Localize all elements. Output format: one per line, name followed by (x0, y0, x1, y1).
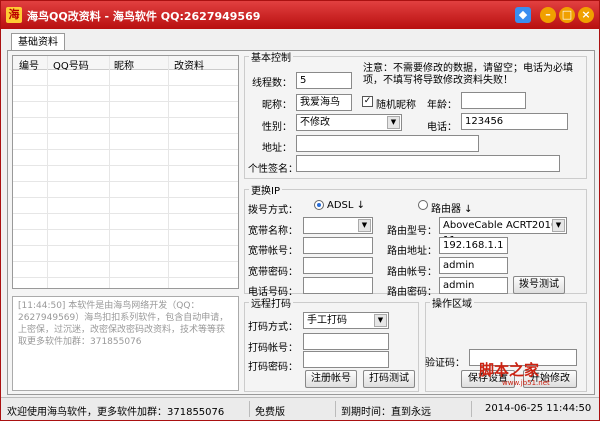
status-expire: 到期时间：直到永远 (341, 407, 431, 418)
change-ip-legend: 更换IP (251, 186, 280, 197)
watermark: 脚本之家 (479, 361, 540, 379)
address-input[interactable] (296, 135, 479, 152)
router-model-select[interactable]: AboveCable ACRT2010-11 ▼ (439, 217, 567, 246)
grid-divider (168, 56, 169, 288)
signature-label: 个性签名： (248, 164, 298, 175)
skin-icon[interactable]: ◆ (515, 7, 531, 23)
dial-mode-label: 拨号方式： (248, 205, 298, 216)
random-nick-checkbox[interactable]: ✓ (362, 96, 373, 107)
router-account-label: 路由帐号： (387, 267, 437, 278)
grid-divider (47, 56, 48, 288)
account-grid[interactable]: 编号 QQ号码 昵称 改资料 (12, 55, 239, 289)
broadband-account-input[interactable] (303, 237, 373, 254)
nick-label: 昵称： (262, 100, 292, 111)
broadband-name-select[interactable]: ▼ (303, 217, 373, 234)
status-datetime: 2014-06-25 11:44:50 (485, 403, 592, 414)
random-nick-label: 随机昵称 (376, 100, 416, 111)
gender-label: 性别： (262, 122, 292, 133)
captcha-mode-label: 打码方式： (248, 322, 298, 333)
chevron-down-icon[interactable]: ▼ (358, 219, 371, 232)
router-radio[interactable] (418, 200, 428, 210)
app-logo-icon: 海 (6, 7, 22, 23)
captcha-account-label: 打码帐号： (248, 343, 298, 354)
router-address-label: 路由地址： (387, 246, 437, 257)
phone-number-input[interactable] (303, 277, 373, 294)
notice-text: 注意：不需要修改的数据，请留空；电话为必填项，不填写将导致修改资料失败！ (363, 63, 573, 86)
router-radio-label[interactable]: 路由器 ↓ (431, 200, 473, 215)
captcha-password-label: 打码密码： (248, 362, 298, 373)
operation-legend: 操作区域 (432, 299, 472, 310)
captcha-mode-value: 手工打码 (307, 315, 347, 326)
threads-input[interactable]: 5 (296, 72, 352, 89)
captcha-legend: 远程打码 (251, 299, 291, 310)
nick-input[interactable]: 我爱海鸟 (296, 94, 352, 111)
gender-select-value: 不修改 (300, 117, 330, 128)
router-model-label: 路由型号： (387, 226, 437, 237)
router-account-input[interactable]: admin (439, 257, 508, 274)
captcha-password-input[interactable] (303, 351, 389, 368)
status-bar: 欢迎使用海鸟软件，更多软件加群：371855076 免费版 到期时间：直到永远 … (1, 397, 599, 420)
broadband-password-input[interactable] (303, 257, 373, 274)
captcha-account-input[interactable] (303, 333, 389, 350)
router-password-input[interactable]: admin (439, 277, 508, 294)
broadband-account-label: 宽带帐号： (248, 246, 298, 257)
status-divider (471, 401, 472, 417)
signature-input[interactable] (296, 155, 560, 172)
watermark-url: www.jb51.net (502, 379, 550, 387)
chevron-down-icon[interactable]: ▼ (374, 314, 387, 327)
title-bar[interactable]: 海 海鸟QQ改资料 - 海鸟软件 QQ:2627949569 ◆ – □ × (1, 1, 599, 29)
age-input[interactable] (461, 92, 526, 109)
log-box[interactable]: [11:44:50] 本软件是由海鸟网络开发（QQ：2627949569）海鸟扣… (12, 296, 239, 391)
close-icon[interactable]: × (578, 7, 594, 23)
threads-label: 线程数： (252, 78, 292, 89)
status-divider (335, 401, 336, 417)
status-welcome: 欢迎使用海鸟软件，更多软件加群：371855076 (7, 407, 225, 418)
adsl-radio-label[interactable]: ADSL ↓ (327, 200, 365, 211)
broadband-name-label: 宽带名称： (248, 226, 298, 237)
tab-basic-info[interactable]: 基础资料 (11, 33, 65, 51)
minimize-icon[interactable]: – (540, 7, 556, 23)
status-edition: 免费版 (255, 407, 285, 418)
maximize-icon[interactable]: □ (559, 7, 575, 23)
router-address-input[interactable]: 192.168.1.1 (439, 237, 508, 254)
address-label: 地址： (262, 143, 292, 154)
gender-select[interactable]: 不修改 ▼ (296, 114, 402, 131)
age-label: 年龄： (427, 100, 457, 111)
grid-divider (109, 56, 110, 288)
captcha-test-button[interactable]: 打码测试 (363, 370, 415, 388)
status-divider (249, 401, 250, 417)
main-window: 海 海鸟QQ改资料 - 海鸟软件 QQ:2627949569 ◆ – □ × 基… (0, 0, 600, 421)
verify-code-label: 验证码： (425, 358, 465, 369)
phone-input[interactable]: 123456 (461, 113, 568, 130)
captcha-mode-select[interactable]: 手工打码 ▼ (303, 312, 389, 329)
register-account-button[interactable]: 注册帐号 (305, 370, 357, 388)
dial-test-button[interactable]: 拨号测试 (513, 276, 565, 294)
chevron-down-icon[interactable]: ▼ (552, 219, 565, 232)
phone-label: 电话： (427, 122, 457, 133)
window-title: 海鸟QQ改资料 - 海鸟软件 QQ:2627949569 (27, 10, 261, 23)
basic-control-legend: 基本控制 (251, 53, 291, 64)
chevron-down-icon[interactable]: ▼ (387, 116, 400, 129)
broadband-password-label: 宽带密码： (248, 267, 298, 278)
adsl-radio[interactable] (314, 200, 324, 210)
